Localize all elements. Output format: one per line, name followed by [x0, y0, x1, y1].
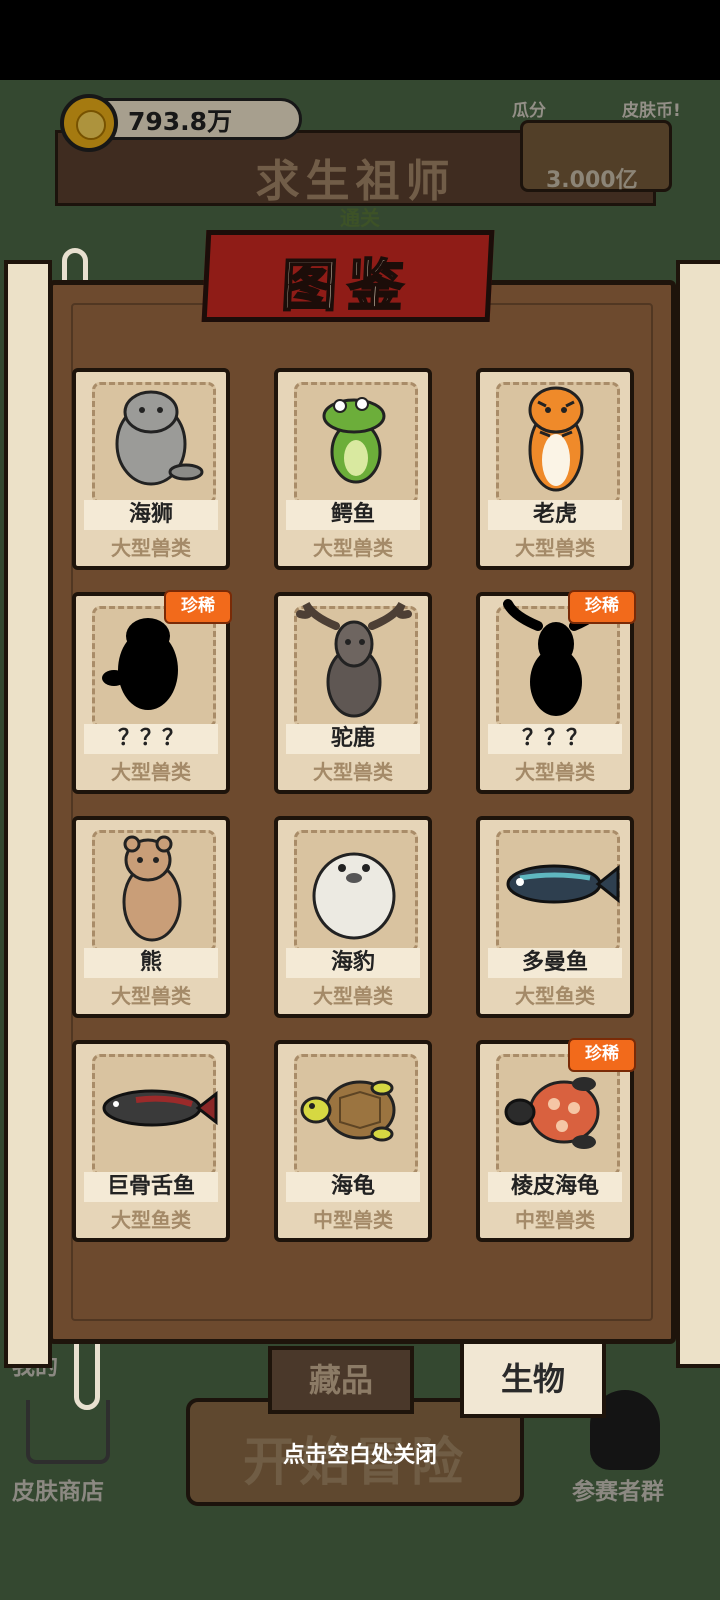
- close-hint[interactable]: 点击空白处关闭: [0, 1437, 720, 1469]
- tab-collectibles[interactable]: 藏品: [268, 1346, 414, 1414]
- creature-card[interactable]: 海龟 中型兽类: [274, 1040, 432, 1242]
- creature-name: 驼鹿: [286, 724, 420, 754]
- creature-category: 大型兽类: [111, 536, 191, 560]
- creature-name: ？？？: [488, 724, 622, 754]
- creature-name: 熊: [84, 948, 218, 978]
- arapaima-icon: [102, 1089, 218, 1127]
- creature-card[interactable]: 海豹 大型兽类: [274, 816, 432, 1018]
- sea-lion-icon: [115, 390, 204, 486]
- creature-card[interactable]: 巨骨舌鱼 大型鱼类: [72, 1040, 230, 1242]
- creature-category: 大型兽类: [313, 536, 393, 560]
- creature-category: 大型兽类: [313, 760, 393, 784]
- creature-card[interactable]: 老虎 大型兽类: [476, 368, 634, 570]
- creature-name: 海狮: [84, 500, 218, 530]
- creature-category: 大型兽类: [313, 984, 393, 1008]
- crocodile-icon: [322, 397, 386, 484]
- encyclopedia-banner: 图鉴: [201, 230, 495, 322]
- toman-fish-icon: [506, 864, 620, 904]
- creature-category: 大型兽类: [515, 760, 595, 784]
- tiger-icon: [528, 386, 584, 492]
- rare-badge: 珍稀: [568, 1038, 636, 1072]
- creature-name: 巨骨舌鱼: [84, 1172, 218, 1202]
- creature-name: ？？？: [84, 724, 218, 754]
- status-bar: [0, 0, 720, 80]
- creature-card[interactable]: 熊大型兽类: [72, 816, 230, 1018]
- creature-card[interactable]: 棱皮海龟中型兽类 珍稀: [476, 1038, 636, 1242]
- bear-icon: [122, 835, 182, 942]
- seal-icon: [312, 852, 396, 940]
- rare-badge: 珍稀: [164, 590, 232, 624]
- creature-name: 鳄鱼: [286, 500, 420, 530]
- creature-category: 大型鱼类: [515, 984, 595, 1008]
- creature-name: 海龟: [286, 1172, 420, 1202]
- sea-turtle-icon: [300, 1080, 396, 1142]
- creature-name: 多曼鱼: [488, 948, 622, 978]
- creature-name: 棱皮海龟: [488, 1172, 622, 1202]
- creature-card[interactable]: 多曼鱼 大型鱼类: [476, 816, 634, 1018]
- moose-icon: [296, 601, 412, 718]
- creature-name: 海豹: [286, 948, 420, 978]
- encyclopedia-title: 图鉴: [279, 253, 416, 320]
- creature-category: 中型兽类: [313, 1208, 393, 1232]
- creature-card[interactable]: 驼鹿 大型兽类: [274, 592, 432, 794]
- rare-badge: 珍稀: [568, 590, 636, 624]
- game-scene[interactable]: 求生祖师 通关 瓜分 皮肤币! 3.000亿 793.8万 我的 皮肤商店 开始…: [0, 80, 720, 1600]
- creature-card[interactable]: 海狮 大型兽类: [72, 368, 230, 570]
- creature-category: 大型鱼类: [111, 1208, 191, 1232]
- creature-category: 中型兽类: [515, 1208, 595, 1232]
- tab-creatures[interactable]: 生物: [460, 1340, 606, 1418]
- creature-category: 大型兽类: [111, 760, 191, 784]
- creature-card[interactable]: ？？？ 大型兽类 珍稀: [476, 590, 636, 794]
- parchment-edge-left: [4, 260, 52, 1368]
- creature-name: 老虎: [488, 500, 622, 530]
- creature-card[interactable]: ？？？ 大型兽类 珍稀: [72, 590, 232, 794]
- parchment-edge-right: [676, 260, 720, 1368]
- creature-category: 大型兽类: [515, 536, 595, 560]
- creature-card[interactable]: 鳄鱼 大型兽类: [274, 368, 432, 570]
- creature-category: 大型兽类: [111, 984, 191, 1008]
